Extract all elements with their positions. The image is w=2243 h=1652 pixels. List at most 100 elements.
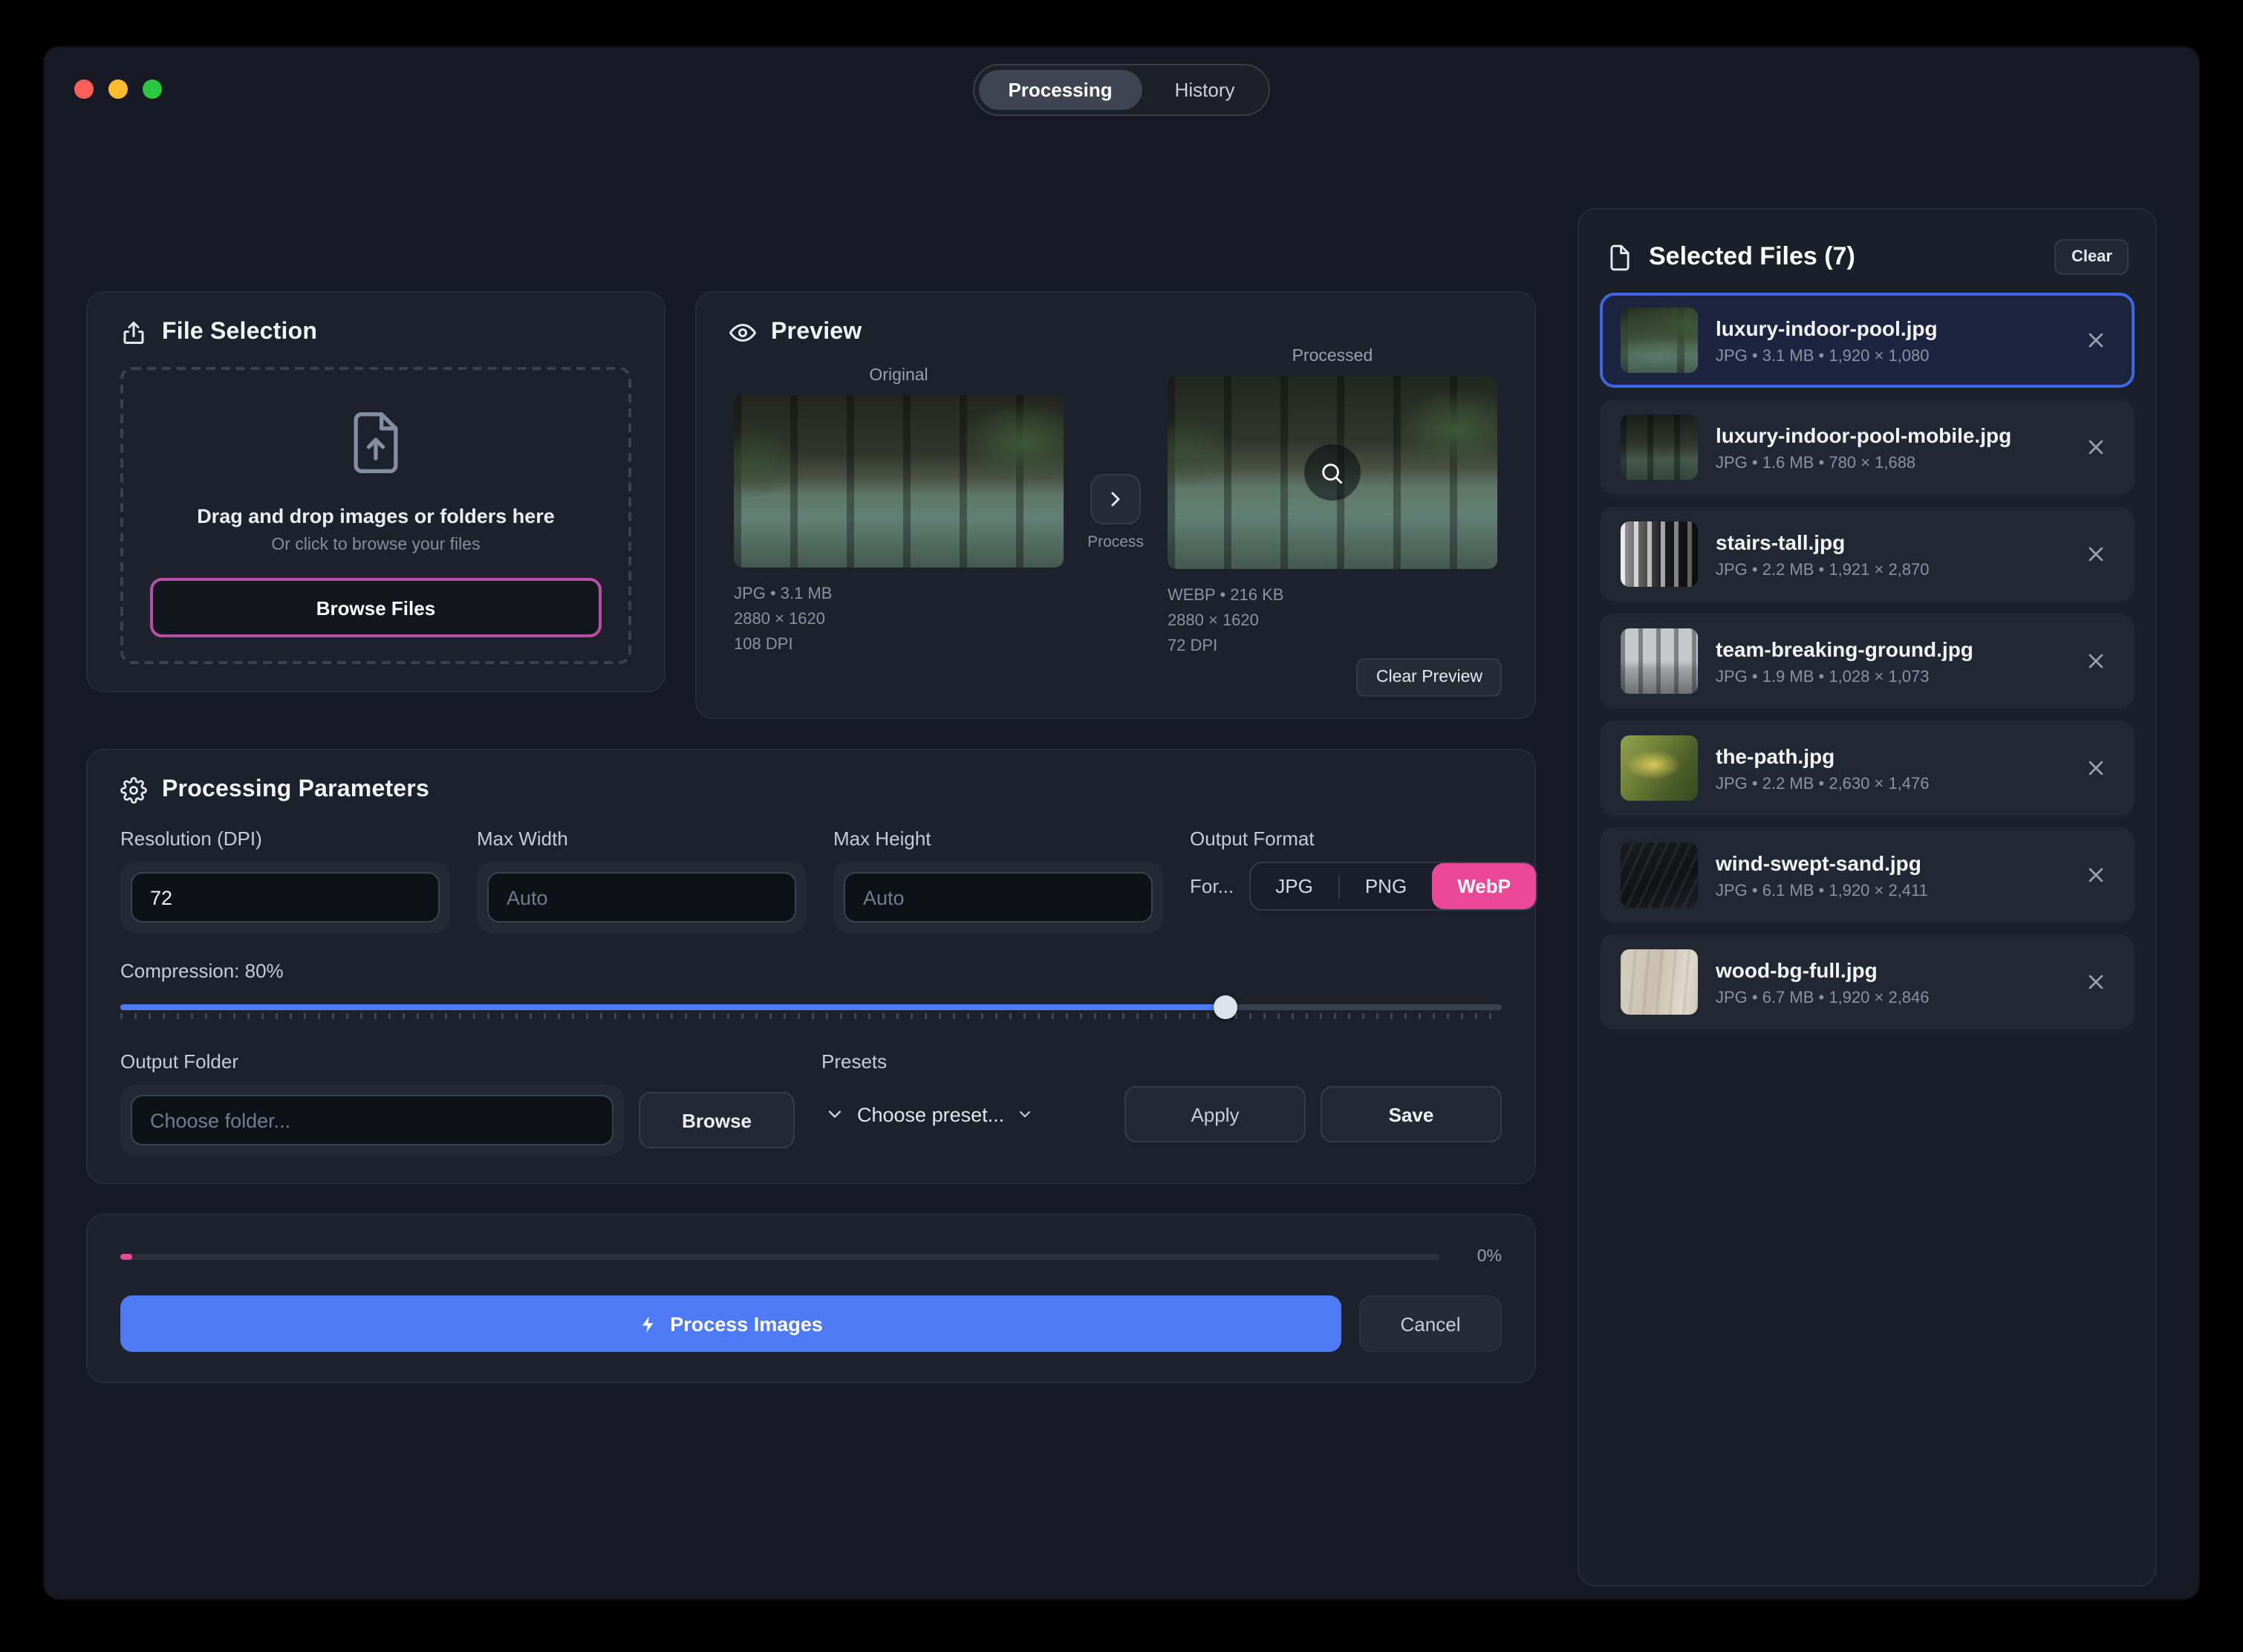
process-preview-button[interactable] (1090, 474, 1141, 524)
file-row[interactable]: team-breaking-ground.jpg JPG • 1.9 MB • … (1600, 614, 2135, 709)
resolution-group (120, 862, 450, 933)
file-meta: JPG • 6.1 MB • 1,920 × 2,411 (1716, 882, 2060, 900)
format-segmented-control: JPG PNG WebP (1249, 862, 1537, 911)
presets-label: Presets (821, 1050, 1502, 1073)
process-images-button[interactable]: Process Images (120, 1295, 1341, 1352)
clear-preview-button[interactable]: Clear Preview (1357, 658, 1502, 697)
original-meta-size: 2880 × 1620 (734, 608, 1064, 633)
right-column: Selected Files (7) Clear luxury-indoor-p… (1578, 131, 2157, 1587)
tab-history[interactable]: History (1145, 69, 1265, 109)
cancel-button[interactable]: Cancel (1359, 1295, 1502, 1352)
progress-card: 0% Process Images Cancel (86, 1214, 1536, 1383)
window-controls (74, 79, 162, 99)
apply-preset-button[interactable]: Apply (1124, 1086, 1306, 1142)
output-format-field: Output Format For... JPG PNG WebP (1190, 827, 1537, 933)
remove-file-button[interactable] (2078, 643, 2114, 679)
remove-file-button[interactable] (2078, 750, 2114, 786)
slider-handle[interactable] (1214, 995, 1237, 1019)
remove-file-button[interactable] (2078, 964, 2114, 1000)
max-width-field: Max Width (477, 827, 807, 933)
original-preview-column: Original JPG • 3.1 MB 2880 × 1620 108 DP… (734, 367, 1064, 658)
browse-folder-button[interactable]: Browse (639, 1092, 795, 1148)
maximize-window-button[interactable] (143, 79, 162, 99)
file-meta: JPG • 6.7 MB • 1,920 × 2,846 (1716, 989, 2060, 1007)
tab-processing[interactable]: Processing (978, 69, 1142, 109)
file-name: wood-bg-full.jpg (1716, 957, 2060, 981)
processed-preview-column: Processed (1168, 348, 1497, 660)
max-height-field: Max Height (833, 827, 1163, 933)
format-option-jpg[interactable]: JPG (1250, 863, 1338, 909)
file-upload-icon (342, 409, 410, 477)
file-row[interactable]: luxury-indoor-pool.jpg JPG • 3.1 MB • 1,… (1600, 293, 2135, 388)
view-switcher: Processing History (972, 63, 1270, 115)
close-icon (2084, 649, 2108, 673)
remove-file-button[interactable] (2078, 857, 2114, 893)
process-images-label: Process Images (670, 1313, 823, 1335)
close-icon (2084, 863, 2108, 887)
zoom-overlay (1168, 376, 1497, 569)
remove-file-button[interactable] (2078, 322, 2114, 358)
desktop: Processing History File Selection (0, 0, 2243, 1652)
file-selection-header: File Selection (120, 319, 631, 346)
file-row[interactable]: stairs-tall.jpg JPG • 2.2 MB • 1,921 × 2… (1600, 507, 2135, 602)
max-width-input[interactable] (487, 872, 796, 923)
file-selection-title: File Selection (162, 319, 317, 346)
original-preview-image[interactable] (734, 395, 1064, 568)
output-folder-input[interactable] (131, 1095, 613, 1145)
remove-file-button[interactable] (2078, 429, 2114, 465)
format-option-webp[interactable]: WebP (1432, 863, 1536, 909)
preview-body: Original JPG • 3.1 MB 2880 × 1620 108 DP… (729, 367, 1502, 660)
output-format-label: Output Format (1190, 827, 1537, 850)
zoom-button[interactable] (1304, 444, 1361, 501)
file-meta: JPG • 2.2 MB • 2,630 × 1,476 (1716, 775, 2060, 793)
resolution-input[interactable] (131, 872, 440, 923)
slider-ticks (120, 1013, 1502, 1019)
parameters-title: Processing Parameters (162, 777, 429, 804)
close-icon (2084, 435, 2108, 459)
file-thumbnail (1621, 842, 1698, 908)
browse-files-button[interactable]: Browse Files (150, 578, 602, 637)
process-button-label: Process (1087, 533, 1144, 551)
progress-percent: 0% (1463, 1248, 1502, 1266)
presets-field: Presets Choose preset... (821, 1050, 1502, 1142)
file-row[interactable]: wood-bg-full.jpg JPG • 6.7 MB • 1,920 × … (1600, 934, 2135, 1030)
remove-file-button[interactable] (2078, 536, 2114, 572)
presets-row: Choose preset... Apply Save (821, 1086, 1502, 1142)
processed-preview-image[interactable] (1168, 376, 1497, 569)
max-width-group (477, 862, 807, 933)
compression-slider[interactable] (120, 997, 1502, 1024)
gear-icon (120, 777, 147, 804)
dropzone[interactable]: Drag and drop images or folders here Or … (120, 367, 631, 664)
lightning-bolt-icon (639, 1314, 658, 1333)
format-option-png[interactable]: PNG (1340, 863, 1432, 909)
preset-dropdown-value: Choose preset... (857, 1103, 1004, 1125)
preset-dropdown[interactable]: Choose preset... (821, 1091, 1110, 1137)
output-format-row: For... JPG PNG WebP (1190, 862, 1537, 911)
output-folder-field: Output Folder Browse (120, 1050, 795, 1156)
file-name: the-path.jpg (1716, 744, 2060, 767)
main-content: File Selection Drag and drop images or f… (45, 131, 2198, 1587)
preview-header: Preview (729, 319, 1502, 346)
file-row[interactable]: luxury-indoor-pool-mobile.jpg JPG • 1.6 … (1600, 400, 2135, 495)
actions-row: Process Images Cancel (120, 1295, 1502, 1352)
original-label: Original (734, 367, 1064, 385)
file-name: stairs-tall.jpg (1716, 530, 2060, 553)
resolution-label: Resolution (DPI) (120, 827, 450, 850)
processed-meta-format: WEBP • 216 KB (1168, 584, 1497, 609)
close-icon (2084, 756, 2108, 780)
file-row[interactable]: the-path.jpg JPG • 2.2 MB • 2,630 × 1,47… (1600, 721, 2135, 816)
close-window-button[interactable] (74, 79, 94, 99)
output-folder-group (120, 1084, 624, 1156)
file-info: luxury-indoor-pool-mobile.jpg JPG • 1.6 … (1716, 423, 2060, 472)
max-height-input[interactable] (844, 872, 1153, 923)
file-row[interactable]: wind-swept-sand.jpg JPG • 6.1 MB • 1,920… (1600, 827, 2135, 923)
save-preset-button[interactable]: Save (1321, 1086, 1502, 1142)
clear-files-button[interactable]: Clear (2055, 239, 2129, 275)
file-thumbnail (1621, 414, 1698, 480)
file-name: team-breaking-ground.jpg (1716, 637, 2060, 660)
max-width-label: Max Width (477, 827, 807, 850)
progress-fill (120, 1254, 132, 1260)
selected-files-panel: Selected Files (7) Clear luxury-indoor-p… (1578, 208, 2157, 1587)
progress-bar (120, 1254, 1439, 1260)
minimize-window-button[interactable] (108, 79, 128, 99)
